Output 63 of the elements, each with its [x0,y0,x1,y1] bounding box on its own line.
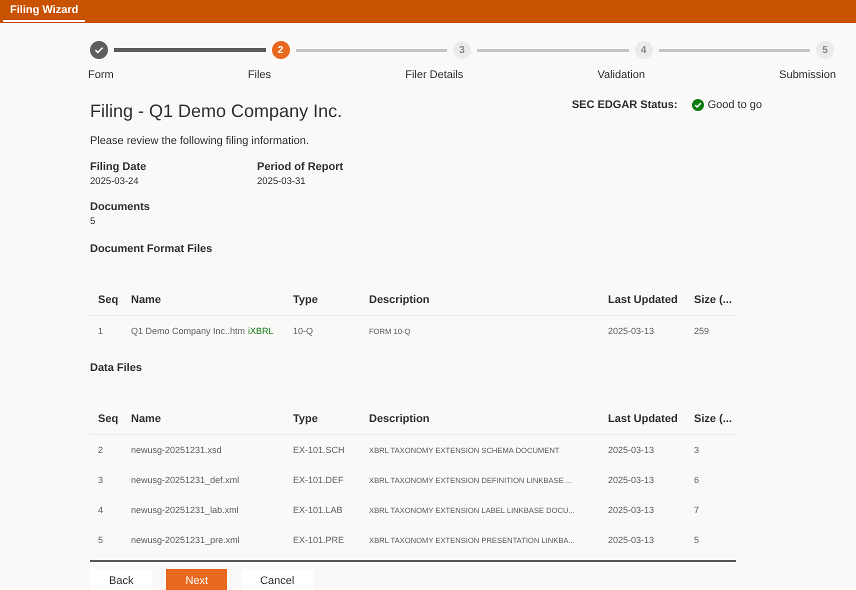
status-value: Good to go [708,99,762,111]
column-header: Last Updated [600,404,686,434]
type-cell: EX-101.SCH [285,434,361,465]
file-name: Q1 Demo Company Inc..htm [131,326,246,336]
column-header: Description [361,404,600,434]
seq-cell-text: 4 [97,504,104,517]
step-label: Submission [779,69,836,81]
column-header: Type [285,404,361,434]
seq-cell-text: 3 [97,474,104,487]
step-label: Form [88,69,114,81]
seq-cell: 1 [90,316,123,346]
date-cell-text: 2025-03-13 [607,504,656,517]
filing-wizard-tab[interactable]: Filing Wizard [3,1,86,22]
size-cell: 3 [686,434,736,465]
action-button[interactable]: Back [90,569,152,590]
step-circle: 4 [634,41,652,59]
field-label: Filing Date [90,161,148,173]
column-header: Size (... [686,285,736,316]
step-label: Filer Details [405,69,464,81]
type-cell: 10-Q [285,316,361,346]
size-cell-text: 5 [693,534,700,547]
column-header: Type [285,285,361,316]
column-header: Seq [90,285,123,316]
size-cell: 259 [686,316,736,346]
column-header: Description [361,285,600,316]
status-label: SEC EDGAR Status: [572,99,678,111]
seq-cell-text: 5 [97,534,104,547]
field-value: 5 [90,216,96,227]
date-cell: 2025-03-13 [600,316,686,346]
date-cell: 2025-03-13 [600,434,686,465]
date-cell-text: 2025-03-13 [607,474,656,487]
column-header: Name [123,285,285,316]
file-name: newusg-20251231.xsd [131,445,222,455]
field-value: 2025-03-24 [90,176,140,187]
file-name: newusg-20251231_pre.xml [131,535,240,545]
column-header: Seq [90,404,123,434]
column-header: Last Updated [600,285,686,316]
date-cell-text: 2025-03-13 [607,534,656,547]
size-cell-text: 7 [693,504,700,517]
step-circle: 3 [453,41,471,59]
field-label: Period of Report [257,161,344,173]
step-check-icon [90,41,108,59]
seq-cell: 2 [90,434,123,465]
size-cell-text: 6 [693,474,700,487]
column-header: Name [123,404,285,434]
file-name: newusg-20251231_def.xml [131,475,240,485]
intro-text: Please review the following filing information. [90,135,310,147]
section-heading: Data Files [90,362,143,374]
section-heading: Document Format Files [90,243,214,255]
type-cell-text: EX-101.PRE [292,534,346,547]
field-value: 2025-03-31 [257,176,307,187]
step-label: Validation [597,69,645,81]
format-tag: iXBRL [248,326,274,336]
action-button[interactable]: Cancel [241,569,314,590]
step-circle: 5 [816,41,834,59]
type-cell-text: EX-101.LAB [292,504,344,517]
step-label: Files [248,69,272,81]
file-name: newusg-20251231_lab.xml [131,505,239,515]
step-circle: 2 [272,41,290,59]
type-cell-text: EX-101.DEF [292,474,345,487]
field-label: Documents [90,201,151,213]
filing-title: Filing - Q1 Demo Company Inc. [90,101,342,122]
column-header: Size (... [686,404,736,434]
